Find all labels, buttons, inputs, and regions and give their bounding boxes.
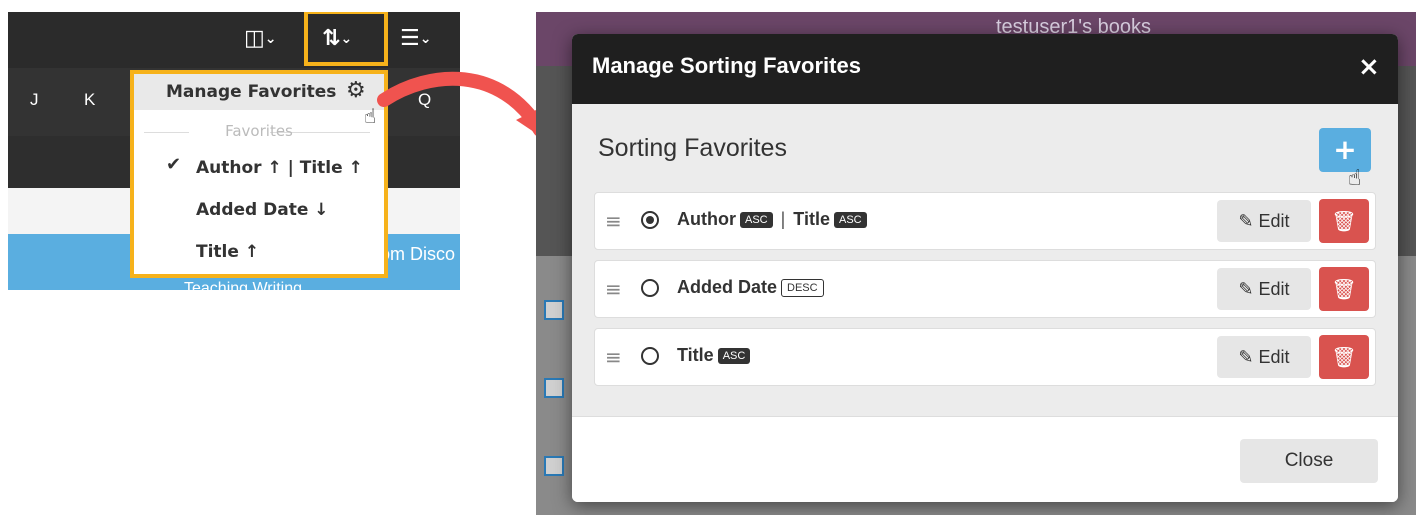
hand-cursor-icon: ☝ bbox=[1348, 166, 1362, 191]
trash-icon: 🗑 bbox=[1331, 345, 1357, 369]
book-title-fragment-2: Teaching Writing bbox=[184, 280, 302, 290]
columns-view-button[interactable]: ◫⌄ bbox=[244, 24, 277, 54]
drag-handle-icon[interactable]: ≡ bbox=[605, 347, 622, 367]
edit-label: Edit bbox=[1258, 347, 1290, 367]
section-title: Sorting Favorites bbox=[598, 134, 787, 162]
manage-favorites-item[interactable]: Manage Favorites ⚙ ☝ bbox=[134, 74, 384, 128]
favorite-label: Title ASC bbox=[677, 345, 751, 366]
delete-button[interactable]: 🗑 bbox=[1319, 267, 1369, 311]
menu-icon: ☰ bbox=[400, 26, 420, 51]
close-button[interactable]: Close bbox=[1240, 439, 1378, 483]
order-badge: DESC bbox=[781, 279, 824, 298]
favorite-radio[interactable] bbox=[641, 279, 659, 297]
favorite-radio[interactable] bbox=[641, 211, 659, 229]
gear-icon: ⚙ bbox=[346, 78, 366, 103]
order-badge: ASC bbox=[739, 212, 773, 229]
close-icon[interactable]: × bbox=[1358, 54, 1380, 80]
check-icon: ✔ bbox=[166, 154, 182, 175]
favorite-item-added-date[interactable]: Added Date ↓ bbox=[196, 200, 329, 220]
trash-icon: 🗑 bbox=[1331, 209, 1357, 233]
book-title-fragment: om Disco bbox=[380, 244, 456, 264]
manage-sorting-favorites-modal: Manage Sorting Favorites × Sorting Favor… bbox=[572, 34, 1398, 502]
edit-label: Edit bbox=[1258, 211, 1290, 231]
modal-footer: Close bbox=[572, 416, 1398, 502]
chevron-down-icon: ⌄ bbox=[419, 31, 432, 47]
chevron-down-icon: ⌄ bbox=[264, 31, 277, 47]
order-badge: ASC bbox=[717, 348, 751, 365]
menu-button[interactable]: ☰⌄ bbox=[400, 24, 431, 54]
manage-favorites-label: Manage Favorites bbox=[166, 82, 337, 102]
letter-k[interactable]: K bbox=[84, 90, 95, 110]
modal-title: Manage Sorting Favorites bbox=[592, 53, 861, 78]
pencil-icon: ✎ bbox=[1238, 347, 1254, 367]
favorite-label: Author ASC | Title ASC bbox=[677, 209, 867, 230]
sort-field: Added Date bbox=[677, 277, 778, 297]
favorite-item-author-title[interactable]: Author ↑ | Title ↑ bbox=[196, 158, 363, 178]
row-checkbox[interactable] bbox=[544, 456, 564, 476]
delete-button[interactable]: 🗑 bbox=[1319, 199, 1369, 243]
sort-favorites-dropdown: Manage Favorites ⚙ ☝ Favorites ✔ Author … bbox=[130, 70, 388, 278]
modal-body: Sorting Favorites + ☝ ≡ Author ASC | Title A… bbox=[572, 104, 1398, 416]
drag-handle-icon[interactable]: ≡ bbox=[605, 211, 622, 231]
edit-button[interactable]: ✎ Edit bbox=[1217, 200, 1311, 242]
order-badge: ASC bbox=[833, 212, 867, 229]
favorite-label: Added Date DESC bbox=[677, 277, 824, 298]
sort-button-highlight bbox=[304, 12, 388, 66]
sort-field: Author bbox=[677, 209, 736, 229]
row-checkbox[interactable] bbox=[544, 300, 564, 320]
drag-handle-icon[interactable]: ≡ bbox=[605, 279, 622, 299]
row-checkbox[interactable] bbox=[544, 378, 564, 398]
favorite-item-title[interactable]: Title ↑ bbox=[196, 242, 259, 262]
favorite-row[interactable]: ≡ Author ASC | Title ASC ✎ Edit 🗑 bbox=[594, 192, 1376, 250]
favorite-row[interactable]: ≡ Added Date DESC ✎ Edit 🗑 bbox=[594, 260, 1376, 318]
favorite-radio[interactable] bbox=[641, 347, 659, 365]
edit-button[interactable]: ✎ Edit bbox=[1217, 336, 1311, 378]
edit-label: Edit bbox=[1258, 279, 1290, 299]
add-favorite-button[interactable]: + bbox=[1319, 128, 1371, 172]
pencil-icon: ✎ bbox=[1238, 211, 1254, 231]
columns-icon: ◫ bbox=[244, 26, 265, 51]
separator: | bbox=[780, 209, 786, 229]
edit-button[interactable]: ✎ Edit bbox=[1217, 268, 1311, 310]
modal-header: Manage Sorting Favorites × bbox=[572, 34, 1398, 104]
favorite-row[interactable]: ≡ Title ASC ✎ Edit 🗑 bbox=[594, 328, 1376, 386]
plus-icon: + bbox=[1333, 133, 1357, 166]
letter-j[interactable]: J bbox=[30, 90, 39, 110]
trash-icon: 🗑 bbox=[1331, 277, 1357, 301]
pencil-icon: ✎ bbox=[1238, 279, 1254, 299]
delete-button[interactable]: 🗑 bbox=[1319, 335, 1369, 379]
favorites-heading: Favorites bbox=[225, 122, 293, 140]
sort-field: Title bbox=[677, 345, 714, 365]
sort-field: Title bbox=[793, 209, 830, 229]
